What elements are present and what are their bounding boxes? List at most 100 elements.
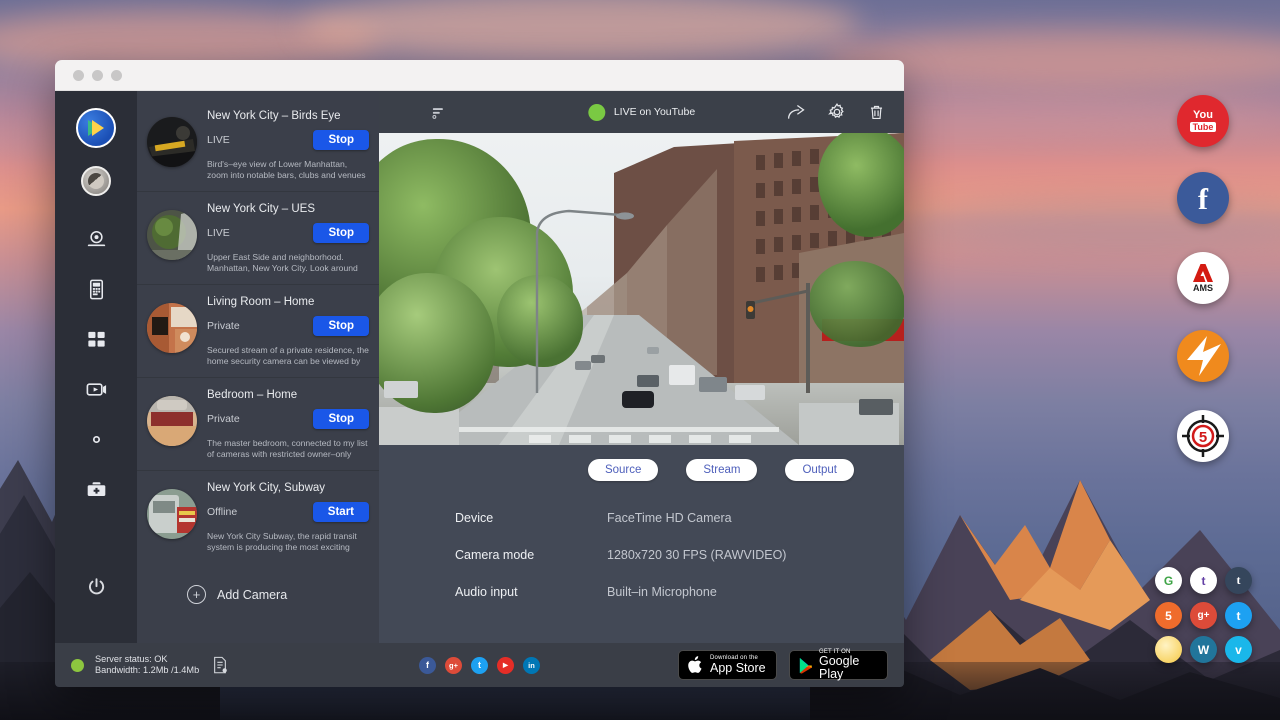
camera-toggle-button[interactable]: Stop	[313, 316, 369, 336]
preview-car	[699, 377, 727, 392]
trash-icon[interactable]	[867, 103, 886, 122]
tab-stream[interactable]: Stream	[686, 459, 757, 481]
svg-text:5: 5	[1199, 429, 1207, 446]
googleplus-icon[interactable]: g+	[1190, 602, 1217, 629]
tab-output[interactable]: Output	[785, 459, 854, 481]
camera-list-item[interactable]: Bedroom – Home Private Stop The master b…	[137, 378, 379, 471]
spec-label: Audio input	[455, 585, 607, 599]
camera-list-scroll[interactable]: New York City – Birds Eye LIVE Stop Bird…	[137, 91, 379, 643]
facebook-desktop-icon[interactable]: f	[1177, 172, 1229, 224]
camera-list-panel: New York City – Birds Eye LIVE Stop Bird…	[137, 91, 379, 643]
window-body: New York City – Birds Eye LIVE Stop Bird…	[55, 91, 904, 643]
document-icon[interactable]	[212, 656, 228, 674]
sidebar-rail	[55, 91, 137, 643]
vimeo-icon[interactable]: v	[1225, 636, 1252, 663]
wordpress-icon[interactable]: W	[1190, 636, 1217, 663]
facebook-glyph: f	[1198, 185, 1208, 215]
camera-description: Bird's–eye view of Lower Manhattan, zoom…	[207, 159, 369, 181]
camera-list-item[interactable]: New York City – UES LIVE Stop Upper East…	[137, 192, 379, 285]
flickr-icon[interactable]	[1155, 636, 1182, 663]
gear-icon[interactable]	[83, 426, 109, 452]
window-titlebar	[55, 60, 904, 91]
camera-title: Bedroom – Home	[207, 388, 369, 402]
preview-truck	[669, 365, 695, 385]
camera-thumbnail	[147, 396, 197, 446]
camera-thumbnail	[147, 210, 197, 260]
list-settings-icon[interactable]	[431, 105, 446, 120]
camera-toggle-button[interactable]: Start	[313, 502, 369, 522]
video-preview[interactable]	[379, 133, 904, 445]
adobe-ams-desktop-icon[interactable]: AMS	[1177, 252, 1229, 304]
channel5-desktop-icon[interactable]: 5	[1177, 410, 1229, 462]
linkedin-icon[interactable]: in	[523, 657, 540, 674]
app-logo[interactable]	[76, 108, 116, 148]
camera-title: New York City, Subway	[207, 481, 369, 495]
camera-title: New York City – UES	[207, 202, 369, 216]
spec-value[interactable]: FaceTime HD Camera	[607, 511, 732, 525]
camera-description: Secured stream of a private residence, t…	[207, 345, 369, 367]
youtube-icon[interactable]: ▶	[497, 657, 514, 674]
groupon-icon[interactable]: G	[1155, 567, 1182, 594]
spec-row-device: Device FaceTime HD Camera	[455, 511, 904, 525]
spec-row-camera-mode: Camera mode 1280x720 30 FPS (RAWVIDEO)	[455, 548, 904, 562]
video-icon[interactable]	[83, 376, 109, 402]
grid-icon[interactable]	[83, 326, 109, 352]
add-camera-button[interactable]: + Add Camera	[137, 563, 379, 604]
server-status-text: Server status: OK Bandwidth: 1.2Mb /1.4M…	[95, 654, 199, 677]
camera-description: The master bedroom, connected to my list…	[207, 438, 369, 460]
preview-car	[575, 361, 591, 370]
google-play-button[interactable]: GET IT ON Google Play	[789, 650, 888, 680]
apple-icon	[687, 655, 704, 675]
maximize-button[interactable]	[111, 70, 122, 81]
spec-value[interactable]: Built–in Microphone	[607, 585, 717, 599]
preview-car	[591, 355, 605, 363]
app-store-button[interactable]: Download on the App Store	[678, 650, 777, 680]
app-store-big: App Store	[710, 662, 766, 675]
camera-list-item[interactable]: New York City – Birds Eye LIVE Stop Bird…	[137, 99, 379, 192]
camera-state: Private	[207, 320, 240, 332]
app-window: New York City – Birds Eye LIVE Stop Bird…	[55, 60, 904, 687]
power-icon[interactable]	[83, 573, 109, 599]
youtube-label-tube: Tube	[1190, 122, 1217, 133]
cloud	[300, 0, 860, 60]
camera-thumbnail	[147, 489, 197, 539]
gear-icon[interactable]	[827, 102, 847, 122]
tumblr-icon[interactable]: t	[1225, 567, 1252, 594]
googleplus-icon[interactable]: g+	[445, 657, 462, 674]
twitter-icon[interactable]: t	[1225, 602, 1252, 629]
camera-icon[interactable]	[83, 226, 109, 252]
facebook-icon[interactable]: f	[419, 657, 436, 674]
camera-description: Upper East Side and neighborhood. Manhat…	[207, 252, 369, 274]
camera-thumbnail	[147, 303, 197, 353]
camera-title: New York City – Birds Eye	[207, 109, 369, 123]
preview-car	[637, 375, 659, 387]
camera-state: LIVE	[207, 227, 230, 239]
minimize-button[interactable]	[92, 70, 103, 81]
camera-list-item[interactable]: New York City, Subway Offline Start New …	[137, 471, 379, 563]
tab-source[interactable]: Source	[588, 459, 658, 481]
twitter-icon[interactable]: t	[471, 657, 488, 674]
camera-toggle-button[interactable]: Stop	[313, 409, 369, 429]
firstaid-icon[interactable]	[83, 476, 109, 502]
user-avatar[interactable]	[81, 166, 111, 196]
main-column: LIVE on YouTube	[379, 91, 904, 643]
play-icon	[92, 120, 104, 136]
camera-toggle-button[interactable]: Stop	[313, 130, 369, 150]
close-button[interactable]	[73, 70, 84, 81]
camera-list-item[interactable]: Living Room – Home Private Stop Secured …	[137, 285, 379, 378]
live-indicator-dot	[588, 104, 605, 121]
smashcast-icon[interactable]: 5	[1155, 602, 1182, 629]
twitch-icon[interactable]: t	[1190, 567, 1217, 594]
share-icon[interactable]	[786, 102, 807, 123]
device-icon[interactable]	[83, 276, 109, 302]
app-store-text: Download on the App Store	[710, 655, 766, 674]
bandwidth-line: Bandwidth: 1.2Mb /1.4Mb	[95, 665, 199, 675]
camera-toggle-button[interactable]: Stop	[313, 223, 369, 243]
ams-label: AMS	[1193, 284, 1213, 293]
plus-icon: +	[187, 585, 206, 604]
camera-status-row: LIVE Stop	[207, 130, 369, 150]
youtube-desktop-icon[interactable]: You Tube	[1177, 95, 1229, 147]
wowza-desktop-icon[interactable]	[1177, 330, 1229, 382]
wowza-bolt-icon	[1177, 330, 1229, 382]
spec-value[interactable]: 1280x720 30 FPS (RAWVIDEO)	[607, 548, 786, 562]
